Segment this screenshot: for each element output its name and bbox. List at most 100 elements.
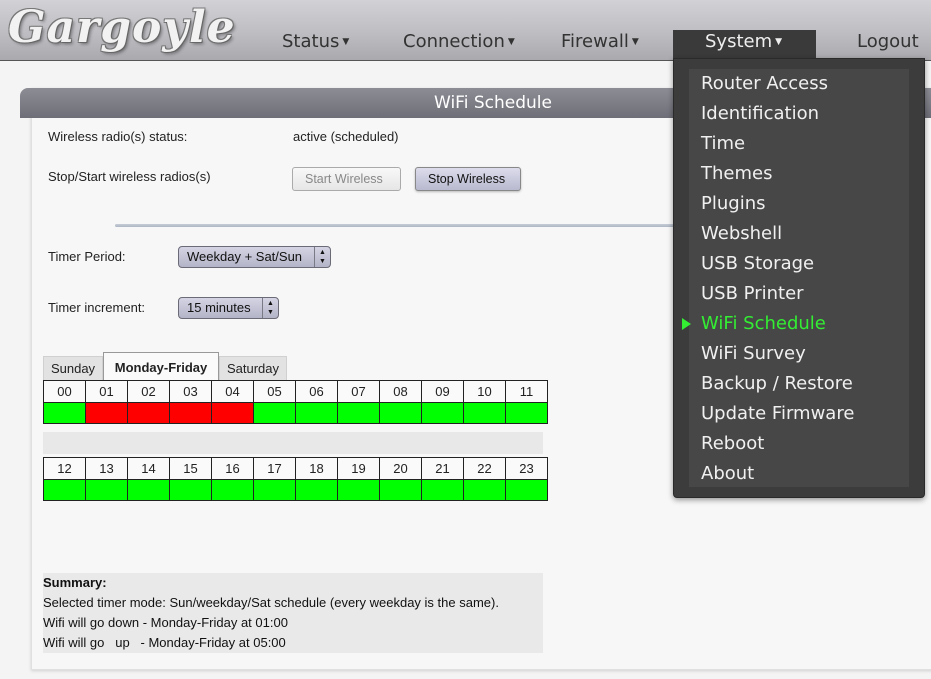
hour-label: 07: [337, 380, 380, 403]
menu-item-router-access[interactable]: Router Access: [701, 69, 828, 99]
hour-slot-on[interactable]: [379, 402, 422, 424]
hour-label: 23: [505, 457, 548, 480]
hour-slot-on[interactable]: [337, 479, 380, 501]
menu-item-usb-storage[interactable]: USB Storage: [701, 249, 814, 279]
hour-slot-on[interactable]: [421, 402, 464, 424]
hour-slot-on[interactable]: [295, 402, 338, 424]
timer-period-value: Weekday + Sat/Sun: [187, 249, 303, 264]
hour-label: 16: [211, 457, 254, 480]
hour-slot-on[interactable]: [43, 479, 86, 501]
hour-slot-on[interactable]: [127, 479, 170, 501]
hour-label: 17: [253, 457, 296, 480]
hour-slot-on[interactable]: [253, 479, 296, 501]
hour-slot-off[interactable]: [169, 402, 212, 424]
timer-increment-select[interactable]: 15 minutes ▲ ▼: [178, 297, 279, 319]
nav-system[interactable]: System ▼: [673, 30, 816, 60]
radio-status-label: Wireless radio(s) status:: [48, 129, 188, 144]
stop-wireless-button[interactable]: Stop Wireless: [415, 167, 521, 191]
hour-label: 05: [253, 380, 296, 403]
summary-up-line: Wifi will go up - Monday-Friday at 05:00: [43, 635, 286, 650]
menu-item-update-firmware[interactable]: Update Firmware: [701, 399, 854, 429]
nav-connection-label: Connection: [403, 31, 505, 52]
hour-label: 19: [337, 457, 380, 480]
hour-slot-on[interactable]: [169, 479, 212, 501]
menu-item-about[interactable]: About: [701, 459, 754, 489]
hour-slot-on[interactable]: [295, 479, 338, 501]
hour-grid-am: 00 01 02 03 04 05 06 07 08 09 10 11: [43, 380, 548, 424]
menu-item-identification[interactable]: Identification: [701, 99, 819, 129]
hour-slot-on[interactable]: [421, 479, 464, 501]
menu-item-backup-restore[interactable]: Backup / Restore: [701, 369, 853, 399]
hour-slot-on[interactable]: [211, 479, 254, 501]
hour-slot-on[interactable]: [505, 402, 548, 424]
menu-item-reboot[interactable]: Reboot: [701, 429, 764, 459]
caret-down-icon: ▼: [631, 37, 639, 47]
nav-status[interactable]: Status ▼: [282, 30, 349, 58]
hour-label: 00: [43, 380, 86, 403]
summary-box: Summary: Selected timer mode: Sun/weekda…: [43, 573, 543, 653]
nav-status-label: Status: [282, 31, 340, 52]
hour-slot-on[interactable]: [43, 402, 86, 424]
start-wireless-button[interactable]: Start Wireless: [292, 167, 401, 191]
nav-logout[interactable]: Logout: [857, 30, 919, 58]
nav-logout-label: Logout: [857, 31, 919, 52]
menu-item-wifi-survey[interactable]: WiFi Survey: [701, 339, 806, 369]
top-header: Gargoyle Status ▼ Connection ▼ Firewall ▼ S…: [0, 0, 931, 61]
hour-label: 22: [463, 457, 506, 480]
hour-grid-pm: 12 13 14 15 16 17 18 19 20 21 22 23: [43, 457, 548, 501]
timer-increment-value: 15 minutes: [187, 300, 251, 315]
timer-period-label: Timer Period:: [48, 249, 126, 264]
hour-slot-off[interactable]: [127, 402, 170, 424]
timer-period-select[interactable]: Weekday + Sat/Sun ▲ ▼: [178, 246, 331, 268]
menu-item-usb-printer[interactable]: USB Printer: [701, 279, 804, 309]
hour-slot-on[interactable]: [85, 479, 128, 501]
select-arrows-icon: ▲ ▼: [262, 298, 278, 318]
caret-down-icon: ▼: [775, 37, 783, 47]
hour-slot-on[interactable]: [337, 402, 380, 424]
nav-system-label: System: [705, 31, 773, 52]
hour-slot-off[interactable]: [211, 402, 254, 424]
timer-increment-label: Timer increment:: [48, 300, 146, 315]
hour-label: 06: [295, 380, 338, 403]
summary-down-line: Wifi will go down - Monday-Friday at 01:…: [43, 615, 288, 630]
hour-label: 10: [463, 380, 506, 403]
nav-firewall-label: Firewall: [561, 31, 629, 52]
hour-label: 04: [211, 380, 254, 403]
hour-label: 13: [85, 457, 128, 480]
radio-status-value: active (scheduled): [293, 129, 399, 144]
menu-item-wifi-schedule[interactable]: WiFi Schedule: [701, 309, 826, 339]
hour-label: 08: [379, 380, 422, 403]
hour-slot-on[interactable]: [463, 479, 506, 501]
hour-label: 21: [421, 457, 464, 480]
current-page-arrow-icon: [682, 318, 691, 330]
hour-label: 12: [43, 457, 86, 480]
hour-label: 02: [127, 380, 170, 403]
hour-slot-on[interactable]: [253, 402, 296, 424]
gargoyle-logo[interactable]: Gargoyle: [8, 2, 236, 53]
nav-connection[interactable]: Connection ▼: [403, 30, 515, 58]
select-arrows-icon: ▲ ▼: [314, 247, 330, 267]
hour-slot-off[interactable]: [85, 402, 128, 424]
hour-label: 20: [379, 457, 422, 480]
nav-firewall[interactable]: Firewall ▼: [561, 30, 639, 58]
hour-label: 03: [169, 380, 212, 403]
caret-down-icon: ▼: [507, 37, 515, 47]
grid-spacer: [43, 432, 543, 454]
hour-label: 09: [421, 380, 464, 403]
stopstart-label: Stop/Start wireless radios(s): [48, 169, 211, 184]
system-dropdown-menu: Router Access Identification Time Themes Plu…: [673, 58, 925, 498]
menu-item-plugins[interactable]: Plugins: [701, 189, 765, 219]
hour-slot-on[interactable]: [379, 479, 422, 501]
tab-monday-friday[interactable]: Monday-Friday: [103, 352, 219, 380]
menu-item-webshell[interactable]: Webshell: [701, 219, 782, 249]
menu-item-themes[interactable]: Themes: [701, 159, 772, 189]
caret-down-icon: ▼: [342, 37, 350, 47]
summary-mode-line: Selected timer mode: Sun/weekday/Sat sch…: [43, 595, 499, 610]
hour-slot-on[interactable]: [505, 479, 548, 501]
hour-label: 01: [85, 380, 128, 403]
tab-saturday[interactable]: Saturday: [219, 356, 287, 380]
hour-label: 15: [169, 457, 212, 480]
menu-item-time[interactable]: Time: [701, 129, 745, 159]
tab-sunday[interactable]: Sunday: [43, 356, 103, 380]
hour-slot-on[interactable]: [463, 402, 506, 424]
